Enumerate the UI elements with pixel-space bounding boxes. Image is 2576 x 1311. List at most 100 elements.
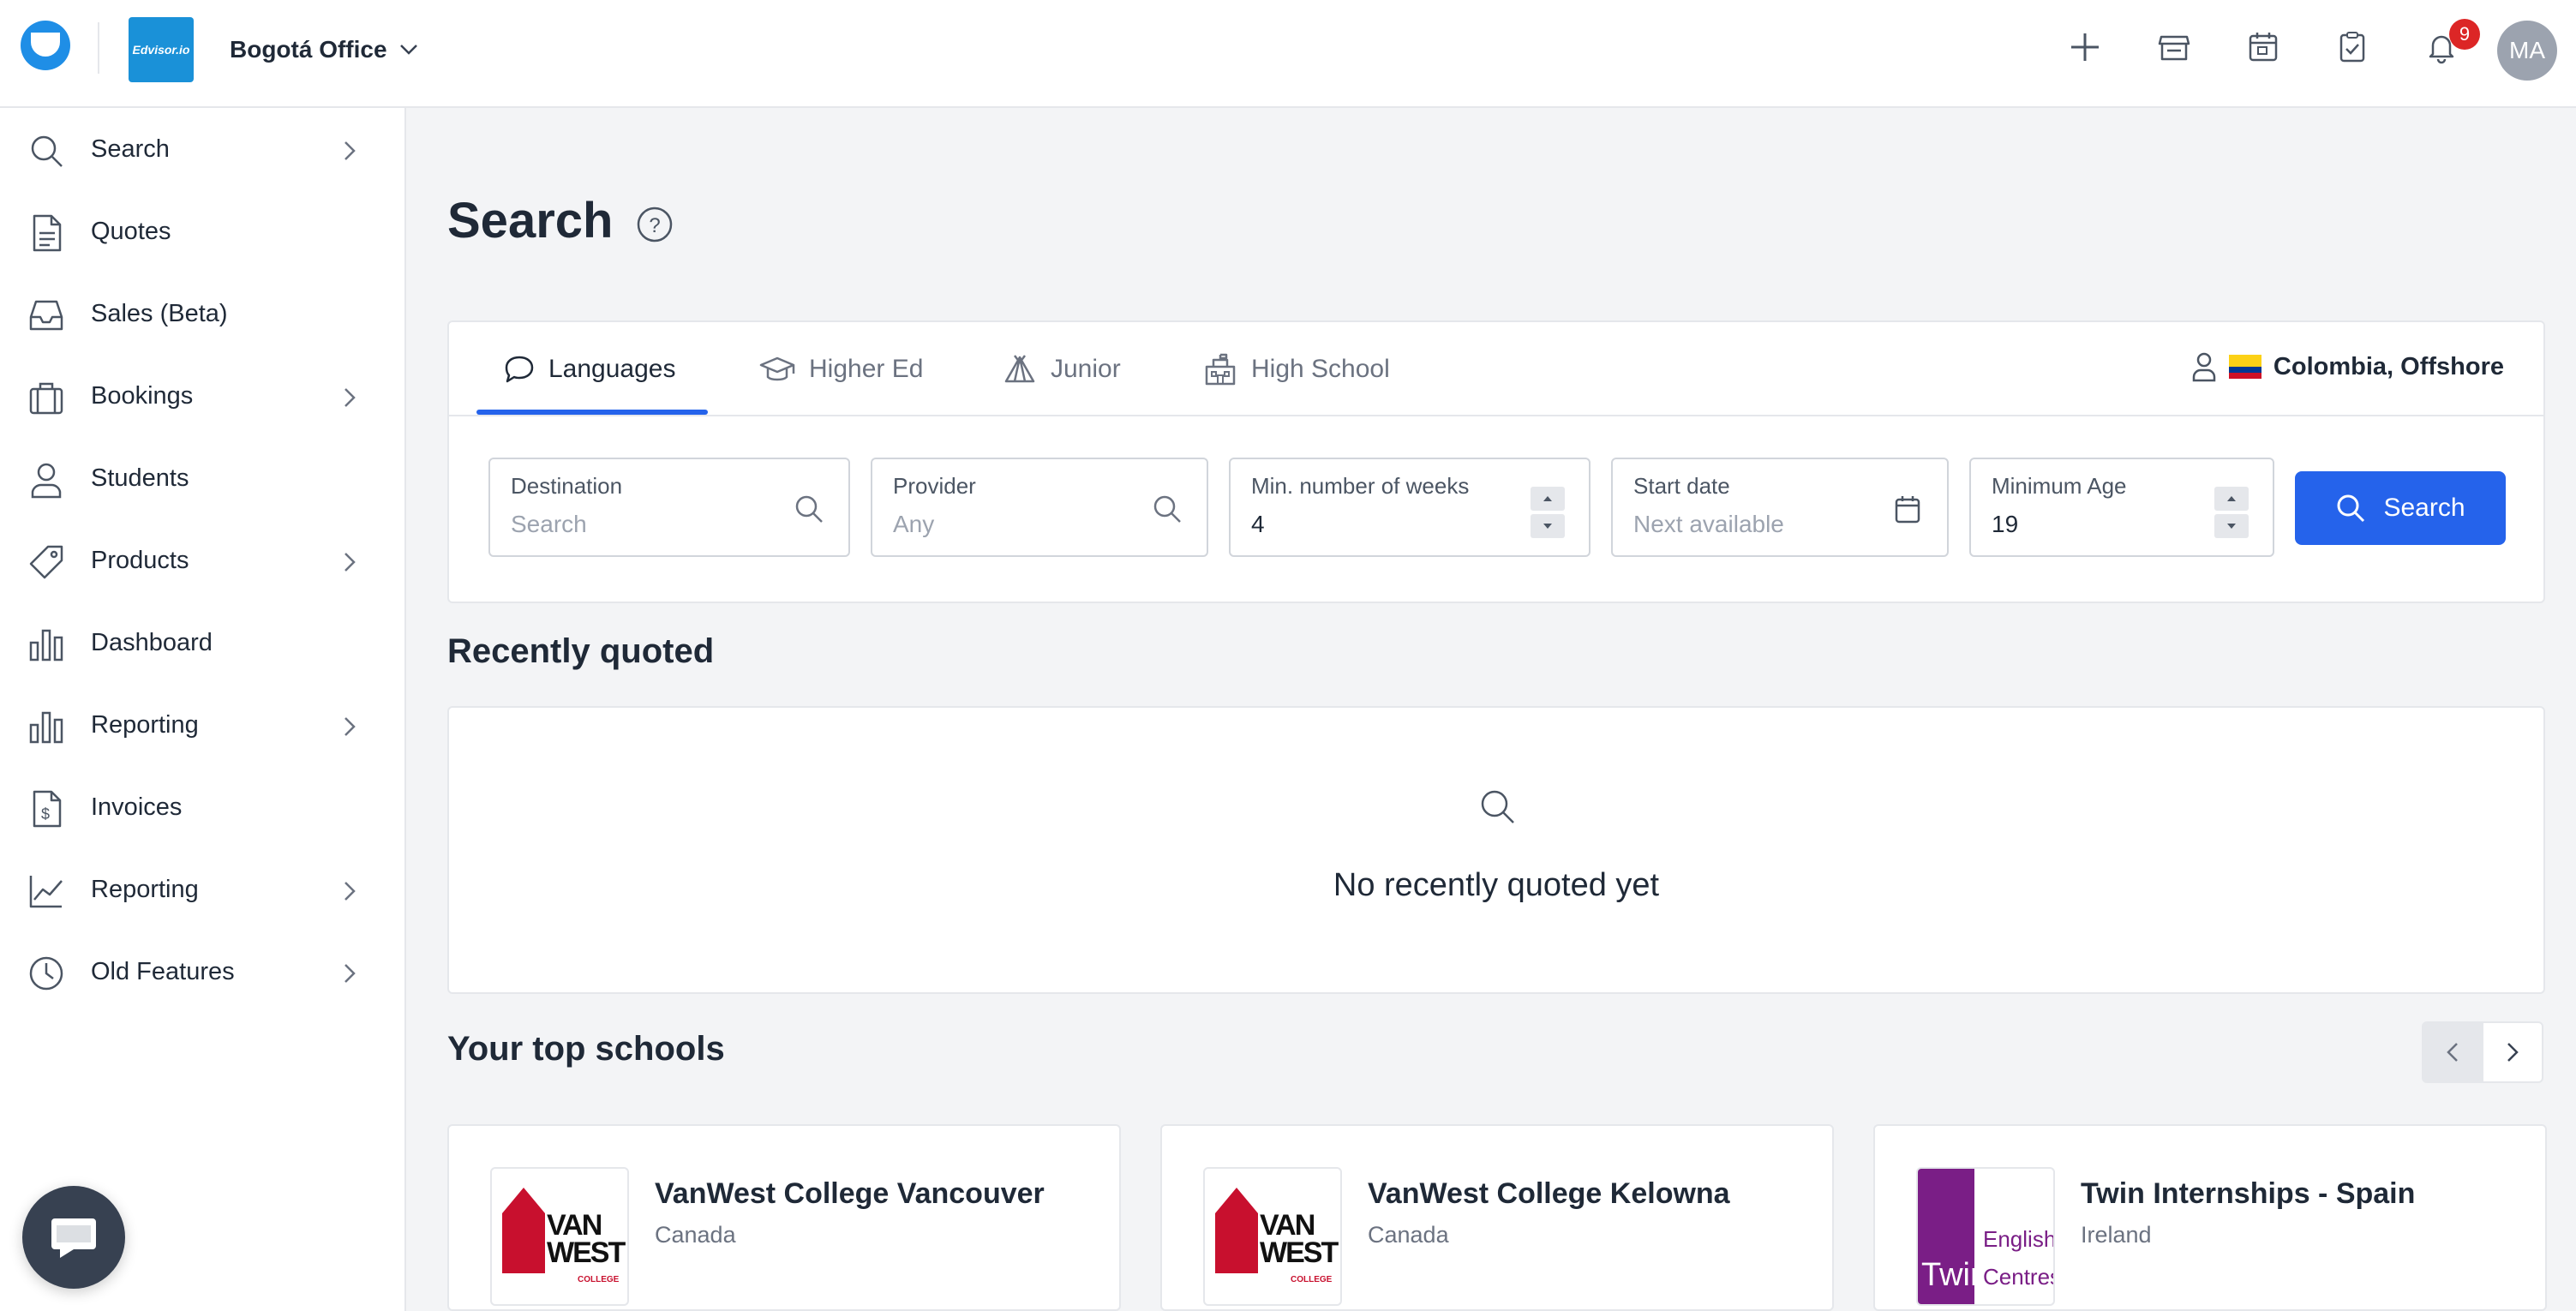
school-name: Twin Internships - Spain xyxy=(2081,1177,2416,1210)
briefcase-icon xyxy=(26,377,67,418)
document-icon xyxy=(26,213,67,254)
user-icon xyxy=(26,459,67,500)
search-button[interactable]: Search xyxy=(2295,471,2506,545)
search-icon xyxy=(2337,494,2365,523)
search-tabs: Languages Higher Ed Junior High School C… xyxy=(449,322,2543,416)
min-weeks-input[interactable]: 4 xyxy=(1251,511,1265,538)
school-card[interactable]: Twin English Centres Twin Internships - … xyxy=(1873,1124,2547,1311)
logo-subtext: COLLEGE xyxy=(1291,1275,1333,1284)
page-title: Search xyxy=(447,193,614,248)
tab-label: Languages xyxy=(548,355,676,383)
stepper-up-button[interactable] xyxy=(2214,487,2249,511)
carousel-prev-button[interactable] xyxy=(2422,1021,2483,1083)
sidebar-item-students[interactable]: Students xyxy=(0,439,404,521)
quantity-stepper[interactable] xyxy=(1531,487,1565,538)
sidebar-item-invoices[interactable]: $ Invoices xyxy=(0,768,404,850)
chevron-right-icon xyxy=(339,382,360,413)
market-label: Colombia, Offshore xyxy=(2273,352,2504,380)
chevron-left-icon xyxy=(2447,1043,2458,1062)
calendar-icon[interactable] xyxy=(1890,492,1925,526)
stepper-down-button[interactable] xyxy=(2214,514,2249,538)
provider-field[interactable]: Provider Any xyxy=(871,458,1208,557)
colombia-flag-icon xyxy=(2228,355,2261,379)
school-logo: VAN WEST COLLEGE xyxy=(1203,1167,1342,1306)
school-card[interactable]: VAN WEST COLLEGE VanWest College Kelowna… xyxy=(1160,1124,1834,1311)
sidebar-item-label: Bookings xyxy=(91,382,194,410)
stepper-up-button[interactable] xyxy=(1531,487,1565,511)
tag-icon xyxy=(26,542,67,583)
user-icon xyxy=(2192,352,2216,382)
calendar-icon[interactable] xyxy=(2240,24,2286,70)
field-label: Min. number of weeks xyxy=(1251,473,1470,499)
top-bar: Edvisor.io Bogotá Office 9 MA xyxy=(0,0,2576,108)
sidebar-item-reporting[interactable]: Reporting xyxy=(0,685,404,768)
chat-icon xyxy=(51,1218,96,1258)
sidebar: Search Quotes Sales (Beta) Bookings Stud… xyxy=(0,108,406,1311)
provider-input[interactable]: Any xyxy=(893,511,934,538)
tab-high-school[interactable]: High School xyxy=(1203,348,1390,391)
sidebar-item-products[interactable]: Products xyxy=(0,521,404,603)
bar-chart-icon xyxy=(26,706,67,747)
sidebar-item-old-features[interactable]: Old Features xyxy=(0,932,404,1015)
avatar[interactable]: MA xyxy=(2497,21,2557,81)
app-logo[interactable] xyxy=(21,21,70,70)
destination-input[interactable]: Search xyxy=(511,511,587,538)
school-name: VanWest College Vancouver xyxy=(655,1177,1045,1210)
bar-chart-icon xyxy=(26,624,67,665)
min-age-field[interactable]: Minimum Age 19 xyxy=(1969,458,2274,557)
chevron-right-icon xyxy=(339,135,360,166)
sidebar-item-label: Reporting xyxy=(91,876,199,903)
min-weeks-field[interactable]: Min. number of weeks 4 xyxy=(1229,458,1591,557)
school-country: Canada xyxy=(1368,1222,1449,1248)
search-icon xyxy=(26,130,67,171)
min-age-input[interactable]: 19 xyxy=(1992,511,2018,538)
destination-field[interactable]: Destination Search xyxy=(488,458,850,557)
sidebar-item-label: Students xyxy=(91,464,189,492)
chevron-right-icon xyxy=(339,958,360,989)
market-selector[interactable]: Colombia, Offshore xyxy=(2191,351,2504,382)
chevron-right-icon xyxy=(339,711,360,742)
tab-junior[interactable]: Junior xyxy=(1003,348,1121,391)
maple-leaf-icon xyxy=(502,1188,545,1273)
clock-icon xyxy=(26,953,67,994)
inbox-icon xyxy=(26,295,67,336)
svg-text:?: ? xyxy=(649,214,660,237)
add-icon[interactable] xyxy=(2062,24,2108,70)
recently-quoted-heading: Recently quoted xyxy=(447,632,715,670)
school-logo: Twin English Centres xyxy=(1916,1167,2055,1306)
office-name: Bogotá Office xyxy=(230,36,387,63)
office-selector[interactable]: Bogotá Office xyxy=(230,31,418,69)
tent-icon xyxy=(1004,355,1035,383)
active-tab-indicator xyxy=(476,410,708,415)
stepper-down-button[interactable] xyxy=(1531,514,1565,538)
recently-quoted-card: No recently quoted yet xyxy=(447,706,2545,994)
carousel-next-button[interactable] xyxy=(2482,1021,2543,1083)
sidebar-item-search[interactable]: Search xyxy=(0,110,404,192)
tab-higher-ed[interactable]: Higher Ed xyxy=(759,348,923,391)
sidebar-item-dashboard[interactable]: Dashboard xyxy=(0,603,404,685)
store-icon[interactable] xyxy=(2151,24,2197,70)
field-label: Minimum Age xyxy=(1992,473,2127,499)
quantity-stepper[interactable] xyxy=(2214,487,2249,538)
field-label: Start date xyxy=(1633,473,1730,499)
task-icon[interactable] xyxy=(2329,24,2375,70)
chevron-down-icon xyxy=(399,45,417,55)
sidebar-item-sales[interactable]: Sales (Beta) xyxy=(0,274,404,356)
school-card[interactable]: VAN WEST COLLEGE VanWest College Vancouv… xyxy=(447,1124,1121,1311)
sidebar-item-quotes[interactable]: Quotes xyxy=(0,192,404,274)
empty-state-text: No recently quoted yet xyxy=(1333,867,1660,903)
school-icon xyxy=(1205,353,1236,386)
tab-languages[interactable]: Languages xyxy=(504,348,675,391)
chat-launcher-button[interactable] xyxy=(22,1186,125,1289)
search-icon xyxy=(795,495,823,523)
start-date-field[interactable]: Start date Next available xyxy=(1611,458,1949,557)
tab-label: Junior xyxy=(1051,355,1121,383)
tab-label: High School xyxy=(1251,355,1390,383)
field-label: Destination xyxy=(511,473,623,499)
logo-subtext: English Centres xyxy=(1983,1226,2055,1290)
sidebar-item-reporting-2[interactable]: Reporting xyxy=(0,850,404,932)
start-date-input[interactable]: Next available xyxy=(1633,511,1784,538)
help-icon[interactable]: ? xyxy=(636,206,674,243)
sidebar-item-bookings[interactable]: Bookings xyxy=(0,356,404,439)
maple-leaf-icon xyxy=(1215,1188,1258,1273)
